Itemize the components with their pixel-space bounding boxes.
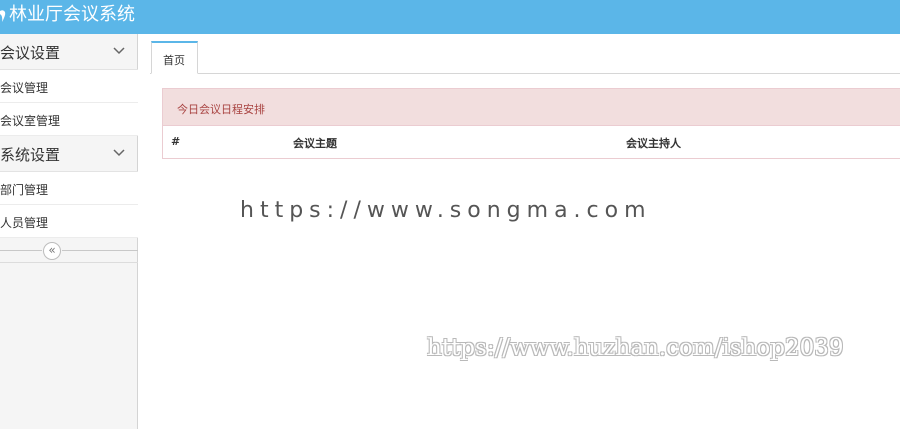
watermark-text: https://www.songma.com bbox=[240, 198, 652, 223]
sidebar-group-label: 系统设置 bbox=[0, 146, 61, 164]
chevron-down-icon bbox=[113, 149, 125, 157]
sidebar-item-meeting-management[interactable]: 会议管理 bbox=[0, 70, 138, 103]
panel-heading: 今日会议日程安排 bbox=[163, 89, 900, 126]
tab-label: 首页 bbox=[163, 54, 185, 67]
column-header-host: 会议主持人 bbox=[626, 137, 681, 150]
sidebar-collapse-bar: « bbox=[0, 239, 138, 263]
sidebar-item-department-management[interactable]: 部门管理 bbox=[0, 172, 138, 205]
top-header: 林业厅会议系统 bbox=[0, 0, 900, 34]
main-content: 首页 今日会议日程安排 # 会议主题 会议主持人 bbox=[150, 34, 900, 429]
collapse-sidebar-button[interactable]: « bbox=[43, 242, 61, 260]
tab-home[interactable]: 首页 bbox=[151, 41, 198, 74]
app-title: 林业厅会议系统 bbox=[9, 4, 135, 25]
today-schedule-panel: 今日会议日程安排 # 会议主题 会议主持人 bbox=[162, 88, 900, 159]
heart-icon bbox=[0, 10, 6, 22]
sidebar-group-system-settings[interactable]: 系统设置 bbox=[0, 136, 138, 172]
sidebar: 会议设置 会议管理 会议室管理 系统设置 部门管理 人员管理 « bbox=[0, 34, 138, 429]
chevron-down-icon bbox=[113, 47, 125, 55]
divider bbox=[62, 250, 138, 251]
column-header-topic: 会议主题 bbox=[293, 137, 337, 150]
sidebar-item-label: 人员管理 bbox=[0, 216, 49, 230]
sidebar-group-label: 会议设置 bbox=[0, 44, 61, 62]
sidebar-item-label: 部门管理 bbox=[0, 183, 49, 197]
watermark-text: https://www.huzhan.com/ishop2039 bbox=[427, 335, 844, 361]
sidebar-group-meeting-settings[interactable]: 会议设置 bbox=[0, 34, 138, 70]
sidebar-item-meeting-room-management[interactable]: 会议室管理 bbox=[0, 103, 138, 136]
tab-strip: 首页 bbox=[150, 41, 900, 74]
sidebar-item-label: 会议室管理 bbox=[0, 114, 61, 128]
column-header-index: # bbox=[171, 135, 181, 148]
divider bbox=[0, 250, 42, 251]
sidebar-item-personnel-management[interactable]: 人员管理 bbox=[0, 205, 138, 238]
panel-title: 今日会议日程安排 bbox=[177, 103, 265, 116]
sidebar-item-label: 会议管理 bbox=[0, 81, 49, 95]
